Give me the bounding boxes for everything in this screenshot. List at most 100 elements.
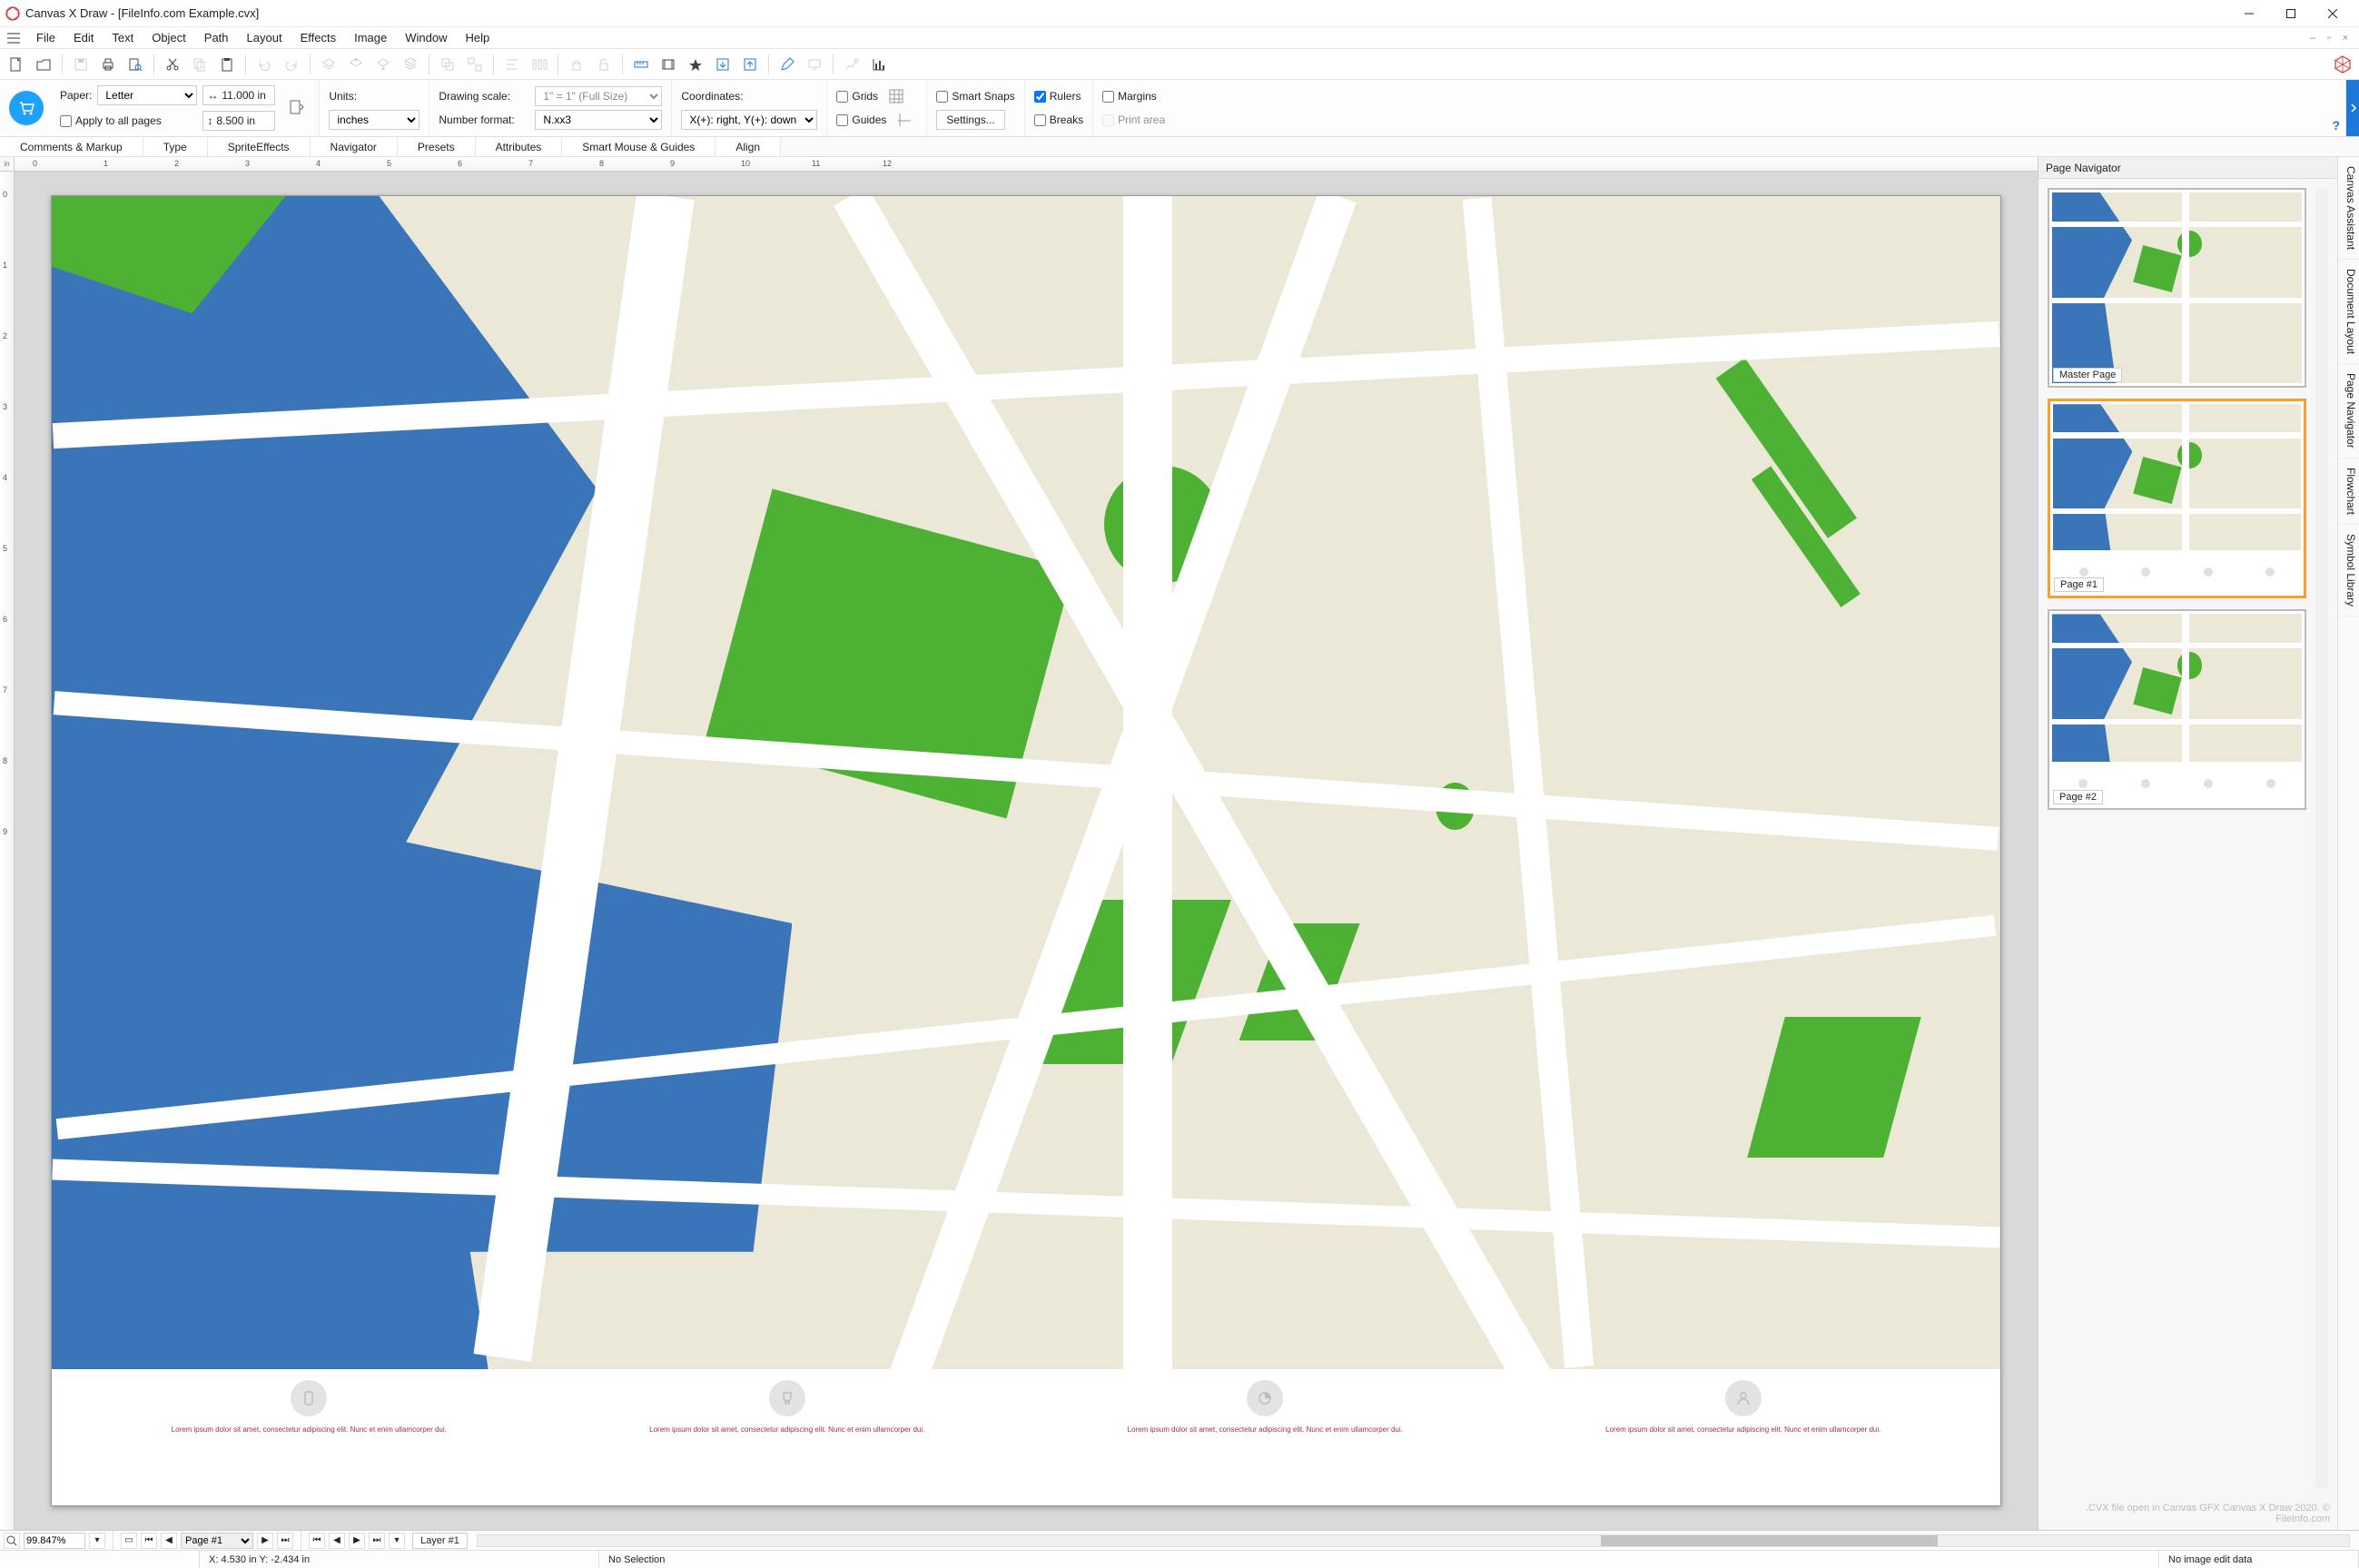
- menu-window[interactable]: Window: [396, 29, 456, 46]
- watermark-text: .CVX file open in Canvas GFX Canvas X Dr…: [2038, 1497, 2337, 1530]
- minimize-button[interactable]: [2228, 0, 2270, 27]
- menu-effects[interactable]: Effects: [291, 29, 346, 46]
- layer-next-button[interactable]: ▶: [349, 1533, 365, 1549]
- close-button[interactable]: [2312, 0, 2354, 27]
- rulers-checkbox[interactable]: [1034, 91, 1046, 103]
- side-tab-page-navigator[interactable]: Page Navigator: [2338, 364, 2359, 459]
- page-navigator-scrollbar[interactable]: [2315, 188, 2328, 1488]
- page-icon[interactable]: ▭: [121, 1533, 137, 1549]
- layer-up-icon: [343, 52, 369, 77]
- cart-button[interactable]: [9, 91, 44, 125]
- paste-icon[interactable]: [214, 52, 240, 77]
- zoom-dropdown[interactable]: ▾: [89, 1533, 105, 1549]
- page-width-input[interactable]: ↔11.000 in: [202, 85, 275, 105]
- export-icon[interactable]: [737, 52, 763, 77]
- document-page[interactable]: Lorem ipsum dolor sit amet, consectetur …: [51, 195, 2001, 1506]
- zoom-input[interactable]: [24, 1533, 85, 1549]
- layer-down-icon: [370, 52, 396, 77]
- layer-first-button[interactable]: ⏮: [309, 1533, 325, 1549]
- coordinates-select[interactable]: X(+): right, Y(+): down: [681, 110, 817, 130]
- save-icon: [68, 52, 94, 77]
- tab-spriteeffects[interactable]: SpriteEffects: [208, 137, 311, 156]
- doc-max-icon[interactable]: ▫: [2323, 33, 2335, 44]
- side-tab-document-layout[interactable]: Document Layout: [2338, 260, 2359, 364]
- settings-button[interactable]: Settings...: [936, 110, 1004, 130]
- orientation-icon[interactable]: [284, 95, 310, 121]
- page-thumbnail[interactable]: Page #1: [2048, 399, 2306, 598]
- favorite-icon[interactable]: [683, 52, 708, 77]
- phone-icon: [291, 1380, 327, 1416]
- lock-icon: [564, 52, 589, 77]
- apply-all-pages-checkbox[interactable]: [60, 115, 72, 127]
- chart-icon[interactable]: [866, 52, 892, 77]
- print-preview-icon[interactable]: [123, 52, 148, 77]
- tab-navigator[interactable]: Navigator: [311, 137, 398, 156]
- smart-snaps-checkbox[interactable]: [936, 91, 948, 103]
- page-select[interactable]: Page #1: [181, 1533, 253, 1549]
- menu-layout[interactable]: Layout: [238, 29, 291, 46]
- margins-checkbox[interactable]: [1102, 91, 1114, 103]
- menu-help[interactable]: Help: [456, 29, 498, 46]
- side-tab-canvas-assistant[interactable]: Canvas Assistant: [2338, 157, 2359, 260]
- ribbon-collapse-handle[interactable]: [2346, 80, 2359, 136]
- print-icon[interactable]: [95, 52, 121, 77]
- layer-prev-button[interactable]: ◀: [329, 1533, 345, 1549]
- tab-comments[interactable]: Comments & Markup: [0, 137, 143, 156]
- horizontal-ruler[interactable]: 0123456789101112: [15, 157, 2038, 172]
- drawing-scale-select[interactable]: 1" = 1" (Full Size): [535, 86, 662, 106]
- tab-attributes[interactable]: Attributes: [476, 137, 563, 156]
- grids-settings-icon[interactable]: [883, 84, 909, 109]
- layer-menu-button[interactable]: ▾: [389, 1533, 405, 1549]
- side-tab-flowchart[interactable]: Flowchart: [2338, 459, 2359, 525]
- maximize-button[interactable]: [2270, 0, 2312, 27]
- side-tab-symbol-library[interactable]: Symbol Library: [2338, 525, 2359, 616]
- cut-icon[interactable]: [160, 52, 185, 77]
- page-thumbnail[interactable]: Page #2: [2048, 609, 2306, 809]
- drawing-scale-label: Drawing scale:: [439, 90, 529, 103]
- first-page-button[interactable]: ⏮: [141, 1533, 157, 1549]
- tab-align[interactable]: Align: [716, 137, 781, 156]
- breaks-checkbox[interactable]: [1034, 114, 1046, 126]
- layer-name[interactable]: Layer #1: [412, 1533, 468, 1549]
- menu-path[interactable]: Path: [195, 29, 238, 46]
- guides-checkbox[interactable]: [836, 114, 848, 126]
- ruler-tool-icon[interactable]: [628, 52, 654, 77]
- tab-presets[interactable]: Presets: [398, 137, 476, 156]
- grids-checkbox[interactable]: [836, 91, 848, 103]
- hamburger-menu[interactable]: [4, 28, 24, 48]
- help-icon[interactable]: ?: [2332, 118, 2340, 133]
- tab-smartmouse[interactable]: Smart Mouse & Guides: [562, 137, 716, 156]
- new-doc-icon[interactable]: [4, 52, 29, 77]
- paper-select[interactable]: Letter: [97, 85, 197, 105]
- zoom-tool-icon[interactable]: [4, 1533, 20, 1549]
- menu-edit[interactable]: Edit: [64, 29, 103, 46]
- open-icon[interactable]: [31, 52, 56, 77]
- horizontal-scrollbar[interactable]: [477, 1534, 2350, 1547]
- menu-image[interactable]: Image: [345, 29, 396, 46]
- guides-settings-icon[interactable]: [892, 107, 917, 133]
- layer-last-button[interactable]: ⏭: [369, 1533, 385, 1549]
- units-label: Units:: [329, 90, 357, 103]
- brand-logo-icon[interactable]: [2330, 52, 2355, 77]
- menu-file[interactable]: File: [27, 29, 64, 46]
- units-select[interactable]: inches: [329, 110, 419, 130]
- import-icon[interactable]: [710, 52, 735, 77]
- number-format-select[interactable]: N.xx3: [535, 110, 662, 130]
- menu-object[interactable]: Object: [143, 29, 195, 46]
- doc-close-icon[interactable]: ×: [2339, 33, 2352, 44]
- film-icon[interactable]: [656, 52, 681, 77]
- ruler-corner[interactable]: in: [0, 157, 15, 172]
- image-edit-status: No image edit data: [2159, 1551, 2359, 1568]
- page-height-input[interactable]: ↕8.500 in: [202, 111, 275, 131]
- doc-min-icon[interactable]: –: [2306, 33, 2319, 44]
- tab-type[interactable]: Type: [143, 137, 208, 156]
- menu-text[interactable]: Text: [103, 29, 143, 46]
- edit-tool-icon[interactable]: [775, 52, 800, 77]
- page-thumbnail[interactable]: Master Page: [2048, 188, 2306, 388]
- vertical-ruler[interactable]: 0123456789: [0, 172, 15, 1530]
- layer-stack-icon: [398, 52, 423, 77]
- next-page-button[interactable]: ▶: [257, 1533, 273, 1549]
- last-page-button[interactable]: ⏭: [277, 1533, 293, 1549]
- prev-page-button[interactable]: ◀: [161, 1533, 177, 1549]
- canvas-viewport[interactable]: Lorem ipsum dolor sit amet, consectetur …: [15, 172, 2038, 1530]
